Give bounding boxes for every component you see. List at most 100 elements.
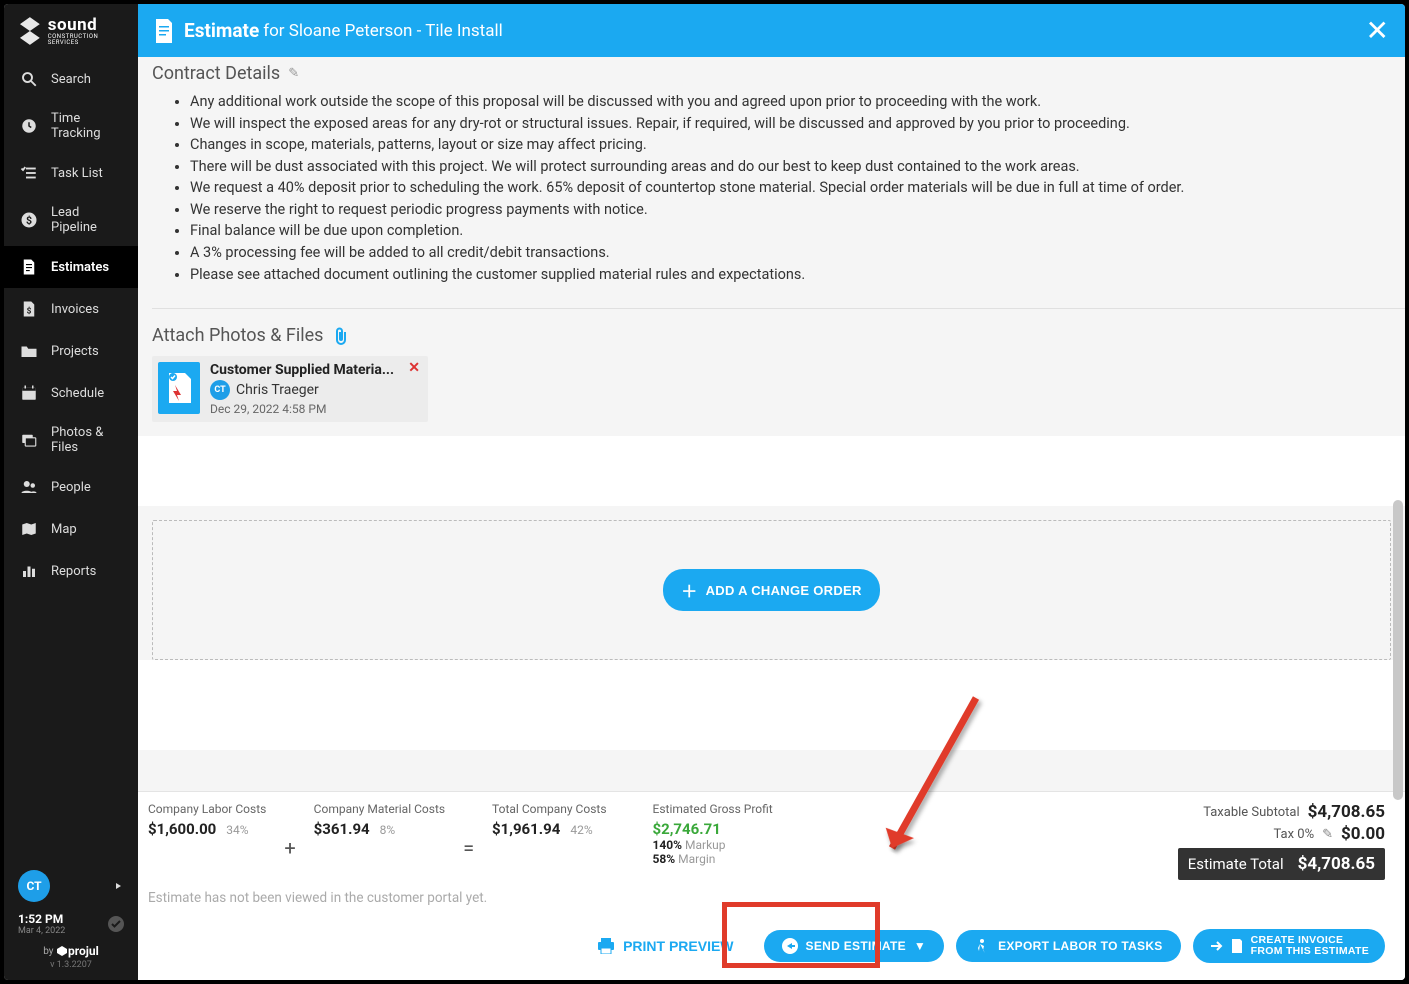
search-icon	[19, 69, 39, 89]
footer-date: Mar 4, 2022	[18, 926, 65, 936]
brand-logo-icon	[18, 16, 42, 46]
attach-section-heading: Attach Photos & Files	[152, 325, 1405, 346]
right-totals-block: Taxable Subtotal $4,708.65 Tax 0% ✎ $0.0…	[1178, 802, 1385, 880]
total-costs-block: Total Company Costs $1,961.9442%	[492, 802, 606, 838]
document-icon	[19, 257, 39, 277]
reports-icon	[19, 561, 39, 581]
invoice-icon: $	[19, 299, 39, 319]
sidebar-item-label: Lead Pipeline	[51, 205, 123, 235]
attachment-user-avatar: CT	[210, 380, 230, 400]
remove-attachment-icon[interactable]: ✕	[408, 360, 420, 376]
contract-bullet: Any additional work outside the scope of…	[190, 92, 1405, 112]
sidebar-item-label: Schedule	[51, 386, 104, 401]
brand-name: sound	[48, 17, 124, 34]
print-icon	[597, 938, 615, 954]
invoice-icon	[1231, 939, 1243, 953]
svg-text:$: $	[27, 306, 32, 317]
equals-connector: =	[463, 822, 474, 860]
svg-text:$: $	[26, 214, 32, 227]
sidebar-item-time-tracking[interactable]: Time Tracking	[4, 100, 138, 152]
attachment-card[interactable]: Customer Supplied Materia... CT Chris Tr…	[152, 356, 428, 422]
gross-profit-block: Estimated Gross Profit $2,746.71 140% Ma…	[653, 802, 773, 866]
sidebar-item-photos-files[interactable]: Photos & Files	[4, 414, 138, 466]
sidebar-item-label: Estimates	[51, 260, 109, 275]
expand-icon[interactable]	[114, 881, 124, 891]
close-icon[interactable]: ✕	[1366, 14, 1389, 47]
sidebar-item-task-list[interactable]: Task List	[4, 152, 138, 194]
map-icon	[19, 519, 39, 539]
paperclip-icon[interactable]	[333, 326, 349, 346]
main: Estimate for Sloane Peterson - Tile Inst…	[138, 4, 1405, 980]
export-labor-button[interactable]: EXPORT LABOR TO TASKS	[956, 930, 1181, 962]
attachment-date: Dec 29, 2022 4:58 PM	[210, 402, 394, 416]
scrollbar[interactable]	[1393, 50, 1403, 800]
brand-sub: CONSTRUCTION SERVICES	[48, 34, 124, 46]
contract-bullet: We will inspect the exposed areas for an…	[190, 114, 1405, 134]
sidebar-item-reports[interactable]: Reports	[4, 550, 138, 592]
sidebar-footer: CT 1:52 PM Mar 4, 2022 by projul v 1.3.2…	[4, 860, 138, 980]
logo: sound CONSTRUCTION SERVICES	[4, 4, 138, 58]
page-subtitle: for Sloane Peterson - Tile Install	[263, 21, 503, 41]
annotation-highlight	[722, 902, 880, 968]
folder-icon	[19, 341, 39, 361]
tasklist-icon	[19, 163, 39, 183]
arrow-right-icon	[1209, 939, 1223, 953]
contract-bullet: Changes in scope, materials, patterns, l…	[190, 135, 1405, 155]
page-title: Estimate	[184, 19, 259, 42]
sidebar-item-label: People	[51, 480, 91, 495]
sidebar-item-estimates[interactable]: Estimates	[4, 246, 138, 288]
contract-bullet-list: Any additional work outside the scope of…	[152, 92, 1405, 284]
edit-icon[interactable]: ✎	[288, 66, 299, 81]
plus-connector: +	[284, 822, 295, 860]
photos-icon	[19, 430, 39, 450]
dollar-circle-icon: $	[19, 210, 39, 230]
sidebar-item-label: Invoices	[51, 302, 99, 317]
sidebar-item-label: Reports	[51, 564, 96, 579]
powered-by: by projul	[18, 944, 124, 958]
person-run-icon	[974, 938, 990, 954]
sidebar-item-lead-pipeline[interactable]: $ Lead Pipeline	[4, 194, 138, 246]
labor-costs-block: Company Labor Costs $1,600.0034%	[148, 802, 266, 838]
projul-logo-icon	[56, 945, 68, 957]
contract-details-heading: Contract Details ✎	[152, 57, 1405, 90]
clock-icon	[19, 116, 39, 136]
topbar: Estimate for Sloane Peterson - Tile Inst…	[138, 4, 1405, 57]
nav-list: Search Time Tracking Task List $ Lead Pip…	[4, 58, 138, 860]
sidebar-item-projects[interactable]: Projects	[4, 330, 138, 372]
attachment-name: Customer Supplied Materia...	[210, 362, 394, 378]
people-icon	[19, 477, 39, 497]
estimate-total-badge: Estimate Total $4,708.65	[1178, 848, 1385, 880]
version: v 1.3.2207	[18, 960, 124, 970]
totals-bar: Company Labor Costs $1,600.0034% + Compa…	[138, 791, 1405, 888]
sidebar-item-map[interactable]: Map	[4, 508, 138, 550]
chevron-down-icon: ▼	[914, 939, 926, 953]
contract-bullet: Please see attached document outlining t…	[190, 265, 1405, 285]
sidebar-item-label: Projects	[51, 344, 99, 359]
sidebar-item-label: Search	[51, 72, 91, 87]
sidebar-item-invoices[interactable]: $ Invoices	[4, 288, 138, 330]
sidebar-item-people[interactable]: People	[4, 466, 138, 508]
sidebar-item-schedule[interactable]: Schedule	[4, 372, 138, 414]
calendar-icon	[19, 383, 39, 403]
contract-bullet: We reserve the right to request periodic…	[190, 200, 1405, 220]
plus-icon: ＋	[681, 578, 697, 602]
material-costs-block: Company Material Costs $361.948%	[314, 802, 445, 838]
change-order-dropzone: ＋ ADD A CHANGE ORDER	[152, 520, 1391, 660]
add-change-order-button[interactable]: ＋ ADD A CHANGE ORDER	[663, 569, 879, 611]
edit-tax-icon[interactable]: ✎	[1322, 827, 1333, 842]
contract-bullet: Final balance will be due upon completio…	[190, 221, 1405, 241]
sidebar-item-search[interactable]: Search	[4, 58, 138, 100]
sidebar-item-label: Photos & Files	[51, 425, 123, 455]
divider	[152, 308, 1405, 309]
document-icon	[154, 19, 174, 43]
sidebar-item-label: Time Tracking	[51, 111, 123, 141]
sidebar-item-label: Map	[51, 522, 77, 537]
contract-bullet: A 3% processing fee will be added to all…	[190, 243, 1405, 263]
create-invoice-button[interactable]: CREATE INVOICE FROM THIS ESTIMATE	[1193, 929, 1385, 963]
contract-bullet: There will be dust associated with this …	[190, 157, 1405, 177]
attachment-user-name: Chris Traeger	[236, 382, 319, 398]
sidebar: sound CONSTRUCTION SERVICES Search Time …	[4, 4, 138, 980]
avatar[interactable]: CT	[18, 870, 50, 902]
contract-bullet: We request a 40% deposit prior to schedu…	[190, 178, 1405, 198]
sync-status-icon	[108, 916, 124, 932]
